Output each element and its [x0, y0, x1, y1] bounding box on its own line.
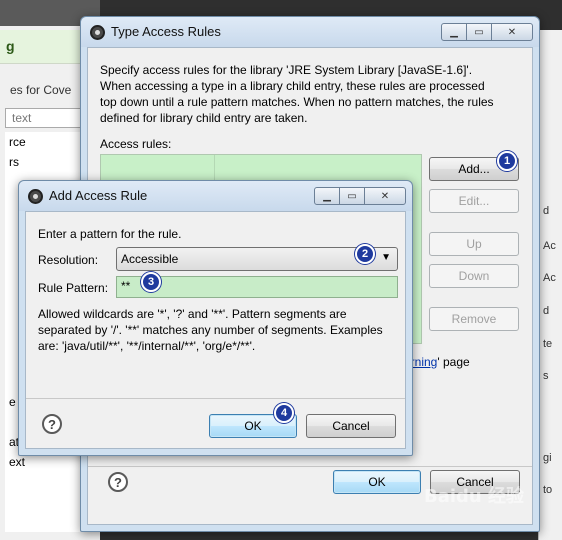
background-list-item[interactable]: rce [5, 132, 89, 152]
chevron-down-icon: ▼ [381, 252, 391, 263]
background-right-fragment: te [543, 338, 553, 350]
background-right-fragment: d [543, 305, 550, 317]
type-access-rules-title: Type Access Rules [111, 24, 221, 39]
add-access-rule-client: Enter a pattern for the rule. Resolution… [25, 211, 406, 449]
step-badge-3: 3 [141, 272, 161, 292]
background-right-fragment: Ac [543, 240, 556, 252]
warning-link-line: arning' page [404, 354, 470, 370]
minimize-button[interactable]: ▁ [314, 187, 340, 205]
background-list-item[interactable]: rs [5, 152, 89, 172]
step-badge-1: 1 [497, 151, 517, 171]
background-right-edge: d Ac Ac d te s gi to [538, 30, 562, 540]
background-right-fragment: Ac [543, 272, 556, 284]
resolution-selected-value: Accessible [121, 252, 179, 266]
remove-button[interactable]: Remove [429, 307, 519, 331]
down-button[interactable]: Down [429, 264, 519, 288]
wildcard-help-text: Allowed wildcards are '*', '?' and '**'.… [38, 307, 383, 353]
eclipse-icon [28, 189, 43, 204]
edit-button[interactable]: Edit... [429, 189, 519, 213]
add-access-rule-dialog: Add Access Rule ▁ ▭ ✕ Enter a pattern fo… [18, 180, 413, 456]
help-icon[interactable]: ? [108, 472, 128, 492]
bottom-separator [88, 466, 532, 467]
step-badge-2: 2 [355, 244, 375, 264]
up-button[interactable]: Up [429, 232, 519, 256]
background-right-fragment: s [543, 370, 549, 382]
background-filter-input[interactable]: text [5, 108, 89, 128]
maximize-button[interactable]: ▭ [466, 23, 492, 41]
background-header-text: g [6, 38, 15, 54]
close-button[interactable]: ✕ [491, 23, 533, 41]
maximize-button[interactable]: ▭ [339, 187, 365, 205]
resolution-label: Resolution: [38, 253, 99, 267]
minimize-button[interactable]: ▁ [441, 23, 467, 41]
rule-pattern-value: ** [121, 279, 131, 293]
help-icon[interactable]: ? [42, 414, 62, 434]
background-right-fragment: d [543, 205, 550, 217]
warning-link-suffix: ' page [437, 355, 470, 369]
background-right-fragment: to [543, 484, 553, 496]
watermark: Baidu 经验 [424, 486, 525, 507]
close-button[interactable]: ✕ [364, 187, 406, 205]
background-panel-label: es for Cove [10, 83, 72, 97]
bottom-separator [26, 398, 405, 399]
cancel-button[interactable]: Cancel [306, 414, 396, 438]
type-access-rules-description: Specify access rules for the library 'JR… [100, 63, 494, 125]
rule-prompt: Enter a pattern for the rule. [38, 227, 182, 241]
add-access-rule-titlebar[interactable]: Add Access Rule ▁ ▭ ✕ [19, 181, 412, 211]
ok-button[interactable]: OK [333, 470, 421, 494]
access-rules-label: Access rules: [100, 137, 172, 151]
add-access-rule-title: Add Access Rule [49, 188, 148, 203]
background-right-fragment: gi [543, 452, 552, 464]
eclipse-icon [90, 25, 105, 40]
type-access-rules-titlebar[interactable]: Type Access Rules ▁ ▭ ✕ [81, 17, 539, 47]
rule-pattern-label: Rule Pattern: [38, 281, 109, 295]
step-badge-4: 4 [274, 403, 294, 423]
